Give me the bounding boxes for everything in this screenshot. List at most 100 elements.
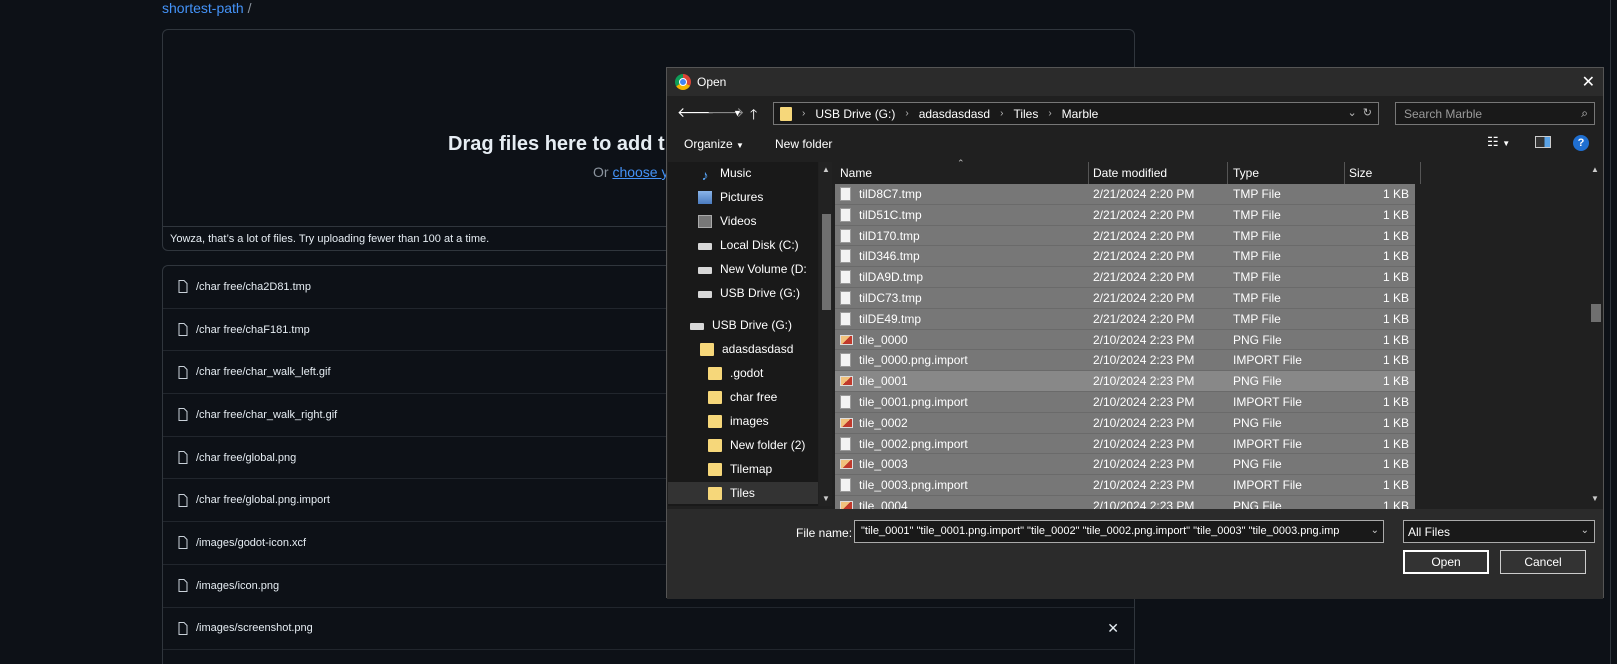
remove-file-button[interactable]: ✕ xyxy=(1107,620,1119,637)
file-type-cell: TMP File xyxy=(1233,291,1281,305)
file-list-row[interactable]: tilDA9D.tmp 2/21/2024 2:20 PM TMP File 1 KB xyxy=(835,267,1415,288)
scrollbar-thumb[interactable] xyxy=(1591,304,1601,322)
file-path: /char free/global.png xyxy=(196,451,297,464)
document-icon xyxy=(840,395,851,409)
file-size-cell: 1 KB xyxy=(1382,291,1409,305)
date-modified-cell: 2/21/2024 2:20 PM xyxy=(1093,311,1195,326)
file-list-row[interactable]: tile_0003.png.import 2/10/2024 2:23 PM IMP… xyxy=(835,475,1415,496)
file-list-scrollbar[interactable]: ▲ ▼ xyxy=(1588,162,1603,506)
file-list-row[interactable]: tile_0000.png.import 2/10/2024 2:23 PM IMP… xyxy=(835,350,1415,372)
file-size-cell: 1 KB xyxy=(1382,353,1409,368)
nav-item-label: USB Drive (G:) xyxy=(720,286,801,300)
nav-item-images[interactable]: images xyxy=(708,410,769,432)
file-size-cell: 1 KB xyxy=(1382,395,1409,409)
image-icon xyxy=(840,376,853,387)
scroll-down-icon[interactable]: ▼ xyxy=(1591,494,1599,503)
nav-item-local-disk[interactable]: Local Disk (C:) xyxy=(698,234,799,256)
nav-item-tilemap[interactable]: Tilemap xyxy=(708,458,772,480)
nav-item-pictures[interactable]: Pictures xyxy=(698,186,763,208)
file-list-row[interactable]: tilDE49.tmp 2/21/2024 2:20 PM TMP File 1 KB xyxy=(835,308,1415,330)
videos-icon xyxy=(698,214,712,228)
file-size-cell: 1 KB xyxy=(1382,436,1409,451)
file-list-row[interactable]: tilDC73.tmp 2/21/2024 2:20 PM TMP File 1 KB xyxy=(835,288,1415,309)
date-modified-cell: 2/21/2024 2:20 PM xyxy=(1093,228,1195,243)
new-folder-button[interactable]: New folder xyxy=(775,137,832,151)
organize-button[interactable]: Organize ▼ xyxy=(684,137,744,151)
close-icon[interactable]: ✕ xyxy=(1582,72,1595,92)
view-options-icon[interactable]: ☷ ▼ xyxy=(1487,134,1510,150)
file-type-cell: TMP File xyxy=(1233,311,1281,326)
file-size-cell: 1 KB xyxy=(1382,249,1409,264)
nav-item-label: Tilemap xyxy=(730,462,773,476)
file-list-row[interactable]: tile_0000 2/10/2024 2:23 PM PNG File 1 KB xyxy=(835,329,1415,351)
help-icon[interactable]: ? xyxy=(1573,135,1589,151)
search-icon: ⌕ xyxy=(1581,106,1588,120)
column-date-modified[interactable]: Date modified xyxy=(1093,166,1167,180)
file-name-input[interactable]: "tile_0001" "tile_0001.png.import" "tile… xyxy=(854,520,1384,543)
file-name-cell: tile_0002 xyxy=(859,415,908,430)
nav-item-godot[interactable]: .godot xyxy=(708,362,763,384)
scroll-up-icon[interactable]: ▲ xyxy=(1591,165,1599,174)
document-icon xyxy=(840,291,851,305)
nav-item-usb-drive-root[interactable]: USB Drive (G:) xyxy=(690,314,792,336)
file-list-row[interactable]: tilD346.tmp 2/21/2024 2:20 PM TMP File 1 KB xyxy=(835,246,1415,268)
cancel-button[interactable]: Cancel xyxy=(1500,550,1586,574)
file-list-row[interactable]: tilD51C.tmp 2/21/2024 2:20 PM TMP File 1 KB xyxy=(835,204,1415,226)
address-crumb[interactable]: adasdasdasd xyxy=(919,107,990,121)
preview-pane-icon[interactable] xyxy=(1535,136,1551,148)
file-size-cell: 1 KB xyxy=(1382,457,1409,472)
file-size-cell: 1 KB xyxy=(1382,228,1409,243)
scrollbar-thumb[interactable] xyxy=(822,214,831,310)
search-input[interactable]: Search Marble ⌕ xyxy=(1395,102,1595,125)
address-crumb[interactable]: Marble xyxy=(1062,107,1099,121)
file-list-row[interactable]: tile_0002 2/10/2024 2:23 PM PNG File 1 KB xyxy=(835,412,1415,434)
file-name-cell: tile_0000.png.import xyxy=(859,353,968,368)
file-list-row[interactable]: tile_0003 2/10/2024 2:23 PM PNG File 1 KB xyxy=(835,454,1415,476)
column-size[interactable]: Size xyxy=(1349,166,1372,180)
column-type[interactable]: Type xyxy=(1233,166,1259,180)
up-arrow-icon[interactable]: 🡑 xyxy=(750,104,757,128)
nav-item-videos[interactable]: Videos xyxy=(698,210,756,232)
dialog-titlebar[interactable]: Open ✕ xyxy=(667,68,1603,96)
refresh-icon[interactable]: ⌄ ↻ xyxy=(1347,106,1372,119)
nav-item-music[interactable]: ♪ Music xyxy=(698,162,752,184)
address-crumb[interactable]: Tiles xyxy=(1013,107,1038,121)
address-bar[interactable]: › USB Drive (G:) › adasdasdasd › Tiles ›… xyxy=(773,102,1379,125)
nav-item-tiles[interactable]: Tiles xyxy=(668,482,818,504)
nav-item-label: adasdasdasd xyxy=(722,342,794,356)
file-list-row[interactable]: tile_0001.png.import 2/10/2024 2:23 PM IMP… xyxy=(835,392,1415,413)
file-icon xyxy=(178,280,188,294)
page-scrollbar[interactable] xyxy=(1610,0,1617,664)
file-type-select[interactable]: All Files ⌄ xyxy=(1403,520,1595,543)
scroll-up-icon[interactable]: ▲ xyxy=(822,165,830,174)
file-name-cell: tile_0001 xyxy=(859,374,908,389)
nav-item-new-volume[interactable]: New Volume (D: xyxy=(698,258,807,280)
file-path: /char free/global.png.import xyxy=(196,494,330,507)
file-type-cell: IMPORT File xyxy=(1233,478,1302,493)
scroll-down-icon[interactable]: ▼ xyxy=(822,494,830,503)
file-list-row[interactable]: tile_0002.png.import 2/10/2024 2:23 PM IMP… xyxy=(835,433,1415,455)
open-button[interactable]: Open xyxy=(1403,550,1489,574)
search-placeholder: Search Marble xyxy=(1404,107,1483,121)
navigation-pane-scrollbar[interactable]: ▲ ▼ xyxy=(819,162,832,506)
repo-link[interactable]: shortest-path xyxy=(162,0,244,16)
chevron-down-icon[interactable]: ⌄ xyxy=(1366,525,1379,536)
file-list-row[interactable]: tile_0001 2/10/2024 2:23 PM PNG File 1 KB xyxy=(835,371,1415,392)
file-path: /images/screenshot.png xyxy=(196,622,313,635)
address-crumb[interactable]: USB Drive (G:) xyxy=(815,107,895,121)
dialog-toolbar: Organize ▼ New folder ☷ ▼ ? xyxy=(667,131,1603,157)
column-name[interactable]: Name xyxy=(840,166,872,180)
file-list-row[interactable]: tilD170.tmp 2/21/2024 2:20 PM TMP File 1 KB xyxy=(835,225,1415,247)
navigation-pane: ♪ Music Pictures Videos Local Disk (C:) N… xyxy=(668,162,818,506)
file-list-row[interactable]: tilD8C7.tmp 2/21/2024 2:20 PM TMP File 1 KB xyxy=(835,184,1415,205)
image-icon xyxy=(840,334,853,345)
file-type-cell: PNG File xyxy=(1233,415,1282,430)
music-icon: ♪ xyxy=(701,166,709,183)
file-icon xyxy=(178,621,188,635)
nav-item-adasdasdasd[interactable]: adasdasdasd xyxy=(700,338,793,360)
date-modified-cell: 2/10/2024 2:23 PM xyxy=(1093,353,1195,368)
nav-item-new-folder-2[interactable]: New folder (2) xyxy=(708,434,805,456)
nav-item-usb-drive[interactable]: USB Drive (G:) xyxy=(698,282,800,304)
nav-item-char-free[interactable]: char free xyxy=(708,386,777,408)
recent-locations-icon[interactable]: ▼ xyxy=(733,108,742,118)
